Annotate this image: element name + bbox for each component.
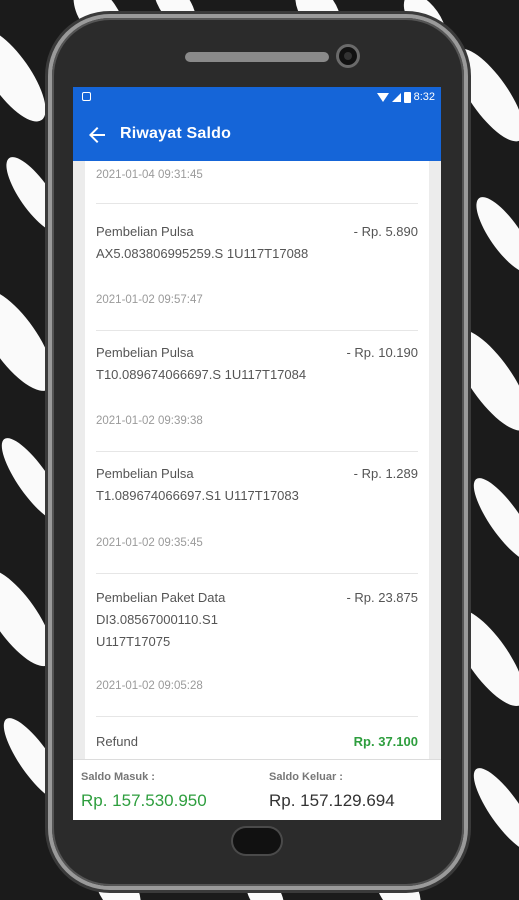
transaction-amount: - Rp. 1.289 (353, 466, 418, 481)
transaction-row[interactable]: Refund Rp. 37.100 (96, 716, 418, 759)
transaction-date: 2021-01-02 09:39:38 (96, 415, 203, 427)
transaction-date: 2021-01-04 09:31:45 (96, 169, 203, 181)
transaction-amount: - Rp. 10.190 (346, 345, 418, 360)
page-title: Riwayat Saldo (120, 125, 232, 142)
signal-icon (391, 92, 401, 102)
saldo-masuk-label: Saldo Masuk : (81, 771, 155, 783)
status-bar: 8:32 (73, 87, 441, 109)
saldo-keluar-label: Saldo Keluar : (269, 771, 343, 783)
saldo-keluar-value: Rp. 157.129.694 (269, 791, 395, 810)
home-button[interactable] (233, 828, 281, 854)
transaction-list[interactable]: 2021-01-04 09:31:45 Pembelian Pulsa AX5.… (85, 161, 429, 759)
status-time: 8:32 (413, 91, 435, 103)
transaction-date: 2021-01-02 09:57:47 (96, 294, 203, 306)
balance-summary: Saldo Masuk : Rp. 157.530.950 Saldo Kelu… (73, 759, 441, 820)
wifi-icon (376, 92, 389, 102)
back-arrow-icon[interactable] (85, 123, 109, 147)
transaction-title: Refund (96, 734, 138, 749)
transaction-title: Pembelian Pulsa T10.089674066697.S 1U117… (96, 345, 307, 382)
app-bar: Riwayat Saldo (73, 109, 441, 161)
transaction-date: 2021-01-02 09:35:45 (96, 537, 203, 549)
transaction-title: Pembelian Pulsa AX5.083806995259.S 1U117… (96, 224, 309, 261)
front-camera (339, 47, 357, 65)
phone-screen: 8:32 Riwayat Saldo 2021-01-04 09:31:45 P… (73, 87, 441, 820)
transaction-amount: - Rp. 5.890 (353, 224, 418, 239)
transaction-row[interactable]: 2021-01-04 09:31:45 (96, 161, 418, 204)
saldo-masuk-value: Rp. 157.530.950 (81, 791, 207, 810)
transaction-title: Pembelian Paket Data DI3.08567000110.S1 … (96, 590, 226, 649)
battery-icon (403, 91, 411, 103)
speaker-grille (185, 52, 329, 62)
transaction-amount: - Rp. 23.875 (346, 590, 418, 605)
transaction-title: Pembelian Pulsa T1.089674066697.S1 U117T… (96, 466, 299, 503)
transaction-row[interactable]: Pembelian Pulsa T10.089674066697.S 1U117… (96, 330, 418, 452)
transaction-amount: Rp. 37.100 (353, 734, 418, 749)
transaction-date: 2021-01-02 09:05:28 (96, 680, 203, 692)
transaction-row[interactable]: Pembelian Paket Data DI3.08567000110.S1 … (96, 573, 418, 717)
transaction-row[interactable]: Pembelian Pulsa T1.089674066697.S1 U117T… (96, 451, 418, 574)
transaction-row[interactable]: Pembelian Pulsa AX5.083806995259.S 1U117… (96, 209, 418, 331)
notification-icon (82, 92, 91, 101)
